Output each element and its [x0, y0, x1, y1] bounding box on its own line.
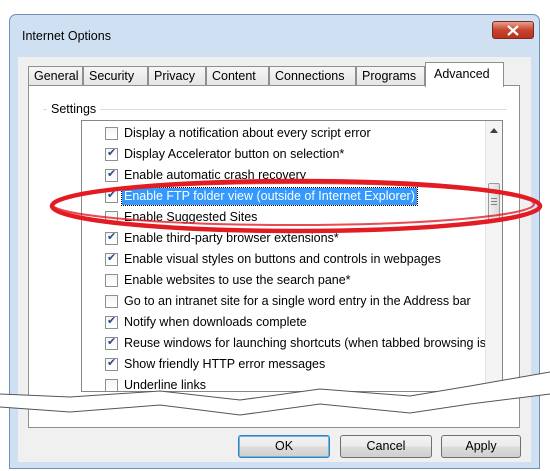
settings-group-label: Settings: [47, 102, 101, 116]
setting-checkbox[interactable]: [105, 251, 118, 266]
setting-row[interactable]: Enable FTP folder view (outside of Inter…: [82, 186, 502, 207]
dialog-client-area: General Security Privacy Content Connect…: [18, 57, 531, 462]
setting-row[interactable]: Notify when downloads complete: [82, 312, 502, 333]
setting-checkbox[interactable]: [105, 379, 118, 391]
setting-checkbox[interactable]: [105, 356, 118, 371]
setting-row[interactable]: Show friendly HTTP error messages: [82, 354, 502, 375]
setting-row[interactable]: Go to an intranet site for a single word…: [82, 291, 502, 312]
setting-label: Enable automatic crash recovery: [124, 168, 307, 182]
setting-checkbox[interactable]: [105, 295, 118, 308]
tab-connections[interactable]: Connections: [269, 66, 356, 86]
setting-checkbox[interactable]: [105, 167, 118, 182]
title-bar[interactable]: Internet Options: [10, 15, 539, 55]
apply-button[interactable]: Apply: [441, 435, 521, 458]
setting-row[interactable]: Enable visual styles on buttons and cont…: [82, 249, 502, 270]
tab-content[interactable]: Content: [206, 66, 269, 86]
setting-label: Underline links: [124, 378, 206, 392]
setting-row[interactable]: Reuse windows for launching shortcuts (w…: [82, 333, 502, 354]
vertical-scrollbar[interactable]: [485, 121, 502, 391]
setting-row[interactable]: Enable websites to use the search pane*: [82, 270, 502, 291]
setting-checkbox[interactable]: [105, 127, 118, 140]
ok-button[interactable]: OK: [238, 435, 330, 458]
scroll-up-arrow-icon[interactable]: [490, 128, 498, 133]
setting-label: Notify when downloads complete: [124, 315, 307, 329]
setting-checkbox[interactable]: [105, 314, 118, 329]
tab-advanced[interactable]: Advanced: [425, 62, 504, 87]
tab-general[interactable]: General: [28, 66, 83, 86]
setting-checkbox[interactable]: [105, 188, 118, 203]
setting-label: Enable third-party browser extensions*: [124, 231, 339, 245]
setting-row[interactable]: Enable Suggested Sites: [82, 207, 502, 228]
cancel-button[interactable]: Cancel: [340, 435, 432, 458]
setting-label: Enable websites to use the search pane*: [124, 273, 351, 287]
setting-row[interactable]: Display a notification about every scrip…: [82, 123, 502, 144]
scroll-thumb[interactable]: [488, 183, 500, 221]
setting-label: Enable visual styles on buttons and cont…: [124, 252, 441, 266]
settings-list[interactable]: Underline links Show friendly HTTP error …: [81, 120, 503, 392]
setting-label: Display Accelerator button on selection*: [124, 147, 345, 161]
close-icon: [507, 25, 519, 36]
tab-security[interactable]: Security: [83, 66, 148, 86]
setting-checkbox[interactable]: [105, 146, 118, 161]
setting-label: Go to an intranet site for a single word…: [124, 294, 471, 308]
internet-options-dialog: Internet Options General Security Privac…: [9, 14, 540, 469]
setting-row[interactable]: Display Accelerator button on selection*: [82, 144, 502, 165]
setting-checkbox[interactable]: [105, 211, 118, 224]
setting-row[interactable]: Underline links: [82, 375, 502, 392]
setting-label: Enable FTP folder view (outside of Inter…: [121, 187, 418, 206]
tab-privacy[interactable]: Privacy: [148, 66, 206, 86]
setting-row[interactable]: Enable automatic crash recovery: [82, 165, 502, 186]
setting-label: Display a notification about every scrip…: [124, 126, 371, 140]
setting-label: Enable Suggested Sites: [124, 210, 258, 224]
setting-checkbox[interactable]: [105, 230, 118, 245]
settings-group-divider: [43, 109, 507, 110]
setting-label: Reuse windows for launching shortcuts (w…: [124, 336, 503, 350]
setting-checkbox[interactable]: [105, 274, 118, 287]
tab-programs[interactable]: Programs: [356, 66, 425, 86]
window-title: Internet Options: [22, 29, 111, 43]
advanced-tab-panel: Settings Underline links Show friendly HT…: [28, 85, 520, 428]
setting-label: Show friendly HTTP error messages: [124, 357, 326, 371]
close-button[interactable]: [492, 21, 534, 39]
setting-row[interactable]: Enable third-party browser extensions*: [82, 228, 502, 249]
setting-checkbox[interactable]: [105, 335, 118, 350]
